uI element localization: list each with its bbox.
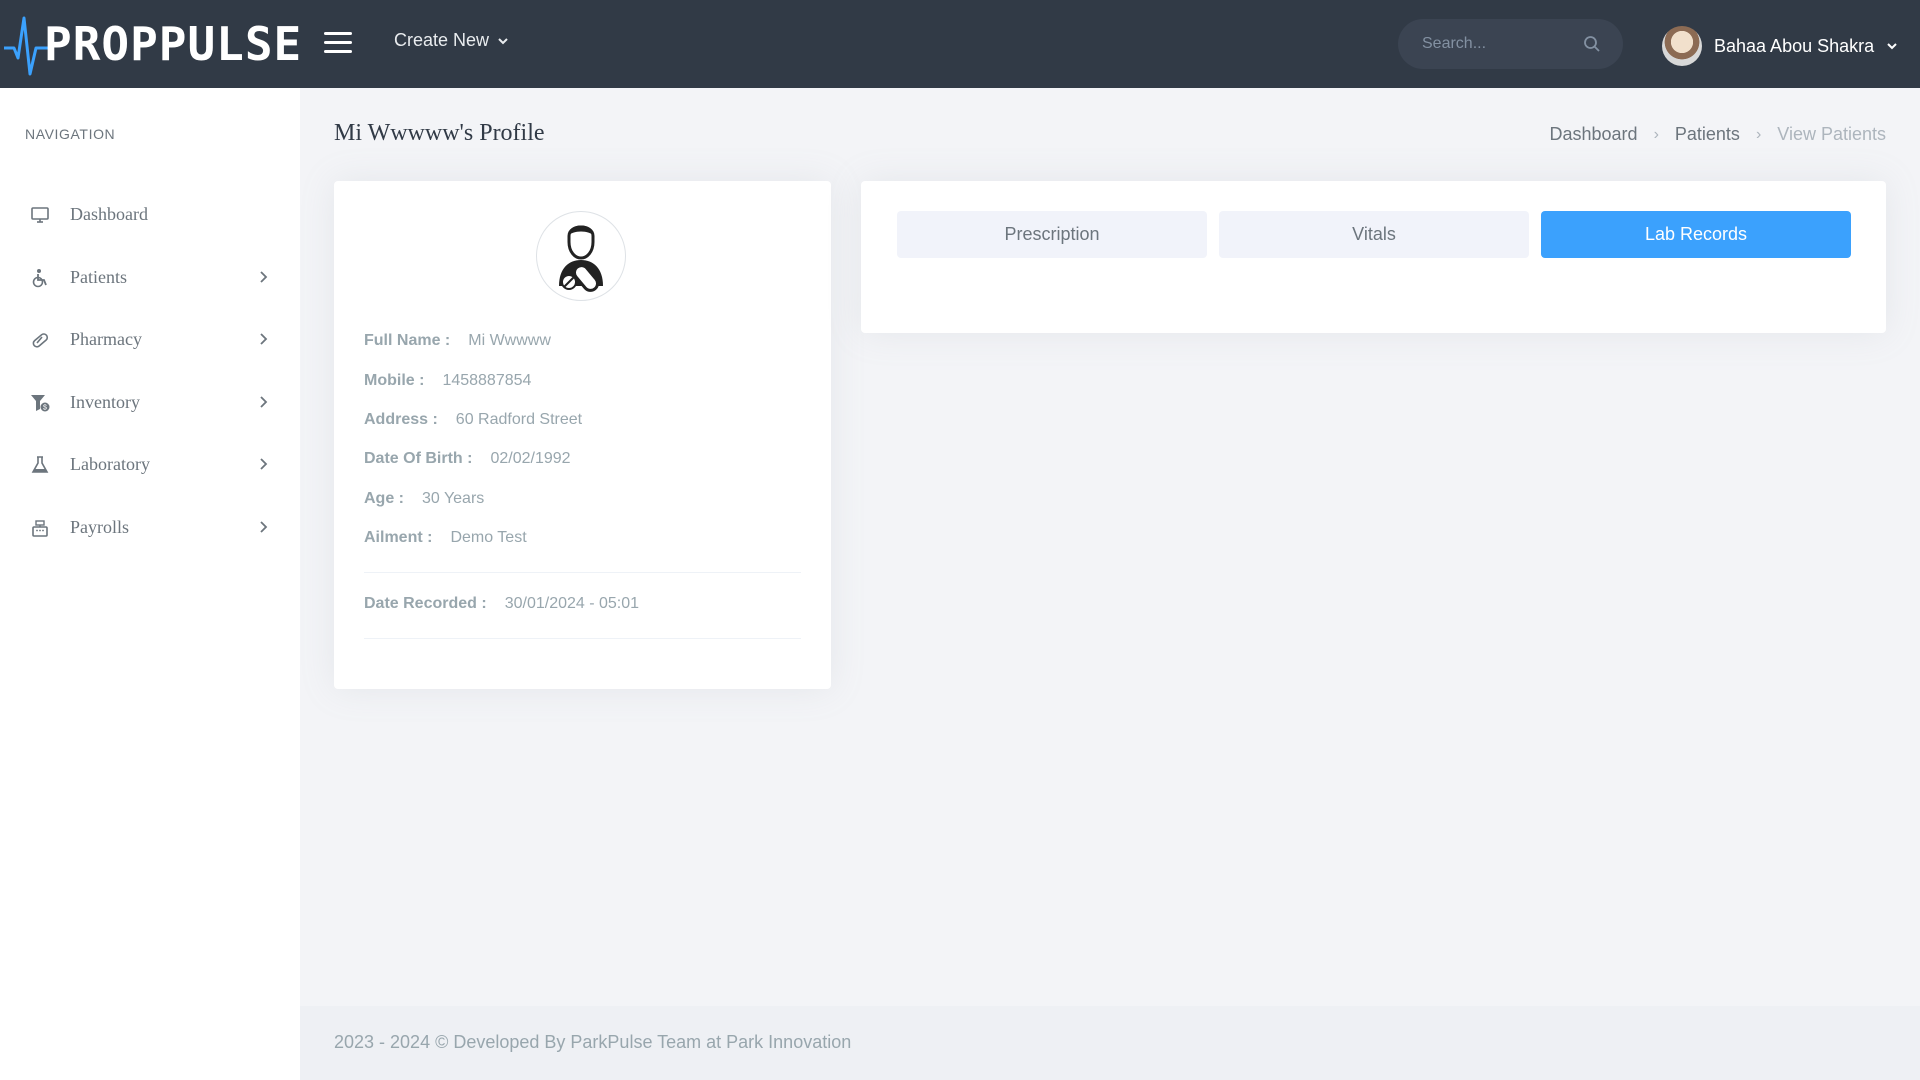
breadcrumb-view-patients: View Patients: [1777, 124, 1886, 144]
info-date-recorded: Date Recorded : 30/01/2024 - 05:01: [364, 595, 639, 613]
cash-register-icon: [32, 520, 48, 537]
sidebar-title: NAVIGATION: [25, 126, 116, 142]
tab-vitals[interactable]: Vitals: [1219, 211, 1529, 258]
field-value: Mi Wwwww: [468, 332, 551, 349]
monitor-icon: [31, 207, 49, 223]
field-label: Date Of Birth :: [364, 450, 473, 467]
field-label: Full Name :: [364, 332, 451, 349]
field-value: 30/01/2024 - 05:01: [504, 595, 640, 612]
create-new-label: Create New: [394, 30, 490, 50]
field-value: 1458887854: [442, 372, 532, 389]
info-age: Age : 30 Years: [364, 490, 484, 508]
divider: [364, 638, 801, 639]
records-tabs-card: Prescription Vitals Lab Records: [861, 181, 1886, 333]
field-label: Age :: [364, 490, 404, 507]
menu-toggle-button[interactable]: [324, 32, 352, 54]
info-date-of-birth: Date Of Birth : 02/02/1992: [364, 450, 571, 468]
breadcrumb-dashboard[interactable]: Dashboard: [1550, 124, 1638, 145]
funnel-dollar-icon: $: [31, 395, 50, 412]
info-ailment: Ailment : Demo Test: [364, 529, 527, 547]
sidebar-item-inventory[interactable]: $ Inventory: [0, 378, 300, 428]
field-value: 60 Radford Street: [455, 411, 583, 428]
user-name: Bahaa Abou Shakra: [1714, 35, 1875, 56]
breadcrumb-patients[interactable]: Patients: [1675, 124, 1740, 145]
tab-lab-records[interactable]: Lab Records: [1541, 211, 1851, 258]
field-label: Ailment :: [364, 529, 433, 546]
sidebar-item-label: Payrolls: [70, 517, 130, 537]
logo-text: PROPPULSE: [44, 17, 303, 71]
flask-icon: [31, 456, 49, 473]
field-label: Mobile :: [364, 372, 425, 389]
divider: [364, 572, 801, 573]
search-input[interactable]: [1422, 35, 1572, 53]
profile-card: Full Name : Mi Wwwww Mobile : 1458887854…: [334, 181, 831, 689]
sidebar-item-laboratory[interactable]: Laboratory: [0, 440, 300, 490]
sidebar: NAVIGATION Dashboard Patients Pharmacy $: [0, 88, 300, 1080]
chevron-right-icon: [260, 458, 268, 470]
breadcrumb: Dashboard › Patients › View Patients: [1550, 124, 1887, 145]
info-full-name: Full Name : Mi Wwwww: [364, 332, 551, 350]
footer-text: 2023 - 2024 © Developed By ParkPulse Tea…: [334, 1032, 852, 1052]
search-icon[interactable]: [1583, 35, 1601, 53]
create-new-dropdown[interactable]: Create New: [394, 30, 509, 51]
wheelchair-icon: [32, 269, 47, 288]
sidebar-item-label: Pharmacy: [70, 329, 142, 349]
field-label: Date Recorded :: [364, 595, 487, 612]
breadcrumb-separator-icon: ›: [1653, 125, 1659, 143]
page-title: Mi Wwwww's Profile: [334, 120, 545, 146]
breadcrumb-separator-icon: ›: [1755, 125, 1762, 143]
sidebar-item-pharmacy[interactable]: Pharmacy: [0, 315, 300, 365]
sidebar-item-label: Dashboard: [70, 204, 148, 224]
user-menu[interactable]: Bahaa Abou Shakra: [1662, 26, 1898, 66]
sidebar-item-dashboard[interactable]: Dashboard: [0, 190, 300, 240]
tab-prescription[interactable]: Prescription: [897, 211, 1207, 258]
sidebar-item-payrolls[interactable]: Payrolls: [0, 503, 300, 553]
field-value: Demo Test: [450, 529, 527, 546]
avatar: [1662, 26, 1702, 66]
profile-avatar: [536, 211, 626, 301]
top-navbar: PROPPULSE Create New Bahaa Abou Shakra: [0, 0, 1920, 88]
chevron-right-icon: [260, 271, 268, 283]
chevron-down-icon: [498, 37, 508, 44]
field-value: 30 Years: [422, 490, 485, 507]
patient-pill-icon: [559, 225, 603, 292]
info-address: Address : 60 Radford Street: [364, 411, 582, 429]
chevron-right-icon: [260, 396, 268, 408]
chevron-down-icon: [1887, 43, 1897, 50]
footer: 2023 - 2024 © Developed By ParkPulse Tea…: [300, 1006, 1920, 1080]
search-box: [1398, 19, 1623, 69]
sidebar-item-patients[interactable]: Patients: [0, 253, 300, 303]
brand-logo[interactable]: PROPPULSE: [0, 0, 303, 88]
field-value: 02/02/1992: [490, 450, 571, 467]
sidebar-item-label: Inventory: [70, 392, 140, 412]
pill-icon: [32, 333, 49, 348]
sidebar-item-label: Laboratory: [70, 454, 150, 474]
svg-text:$: $: [43, 405, 47, 412]
sidebar-item-label: Patients: [70, 267, 127, 287]
field-label: Address :: [364, 411, 438, 428]
chevron-right-icon: [260, 333, 268, 345]
chevron-right-icon: [260, 521, 268, 533]
info-mobile: Mobile : 1458887854: [364, 372, 531, 390]
